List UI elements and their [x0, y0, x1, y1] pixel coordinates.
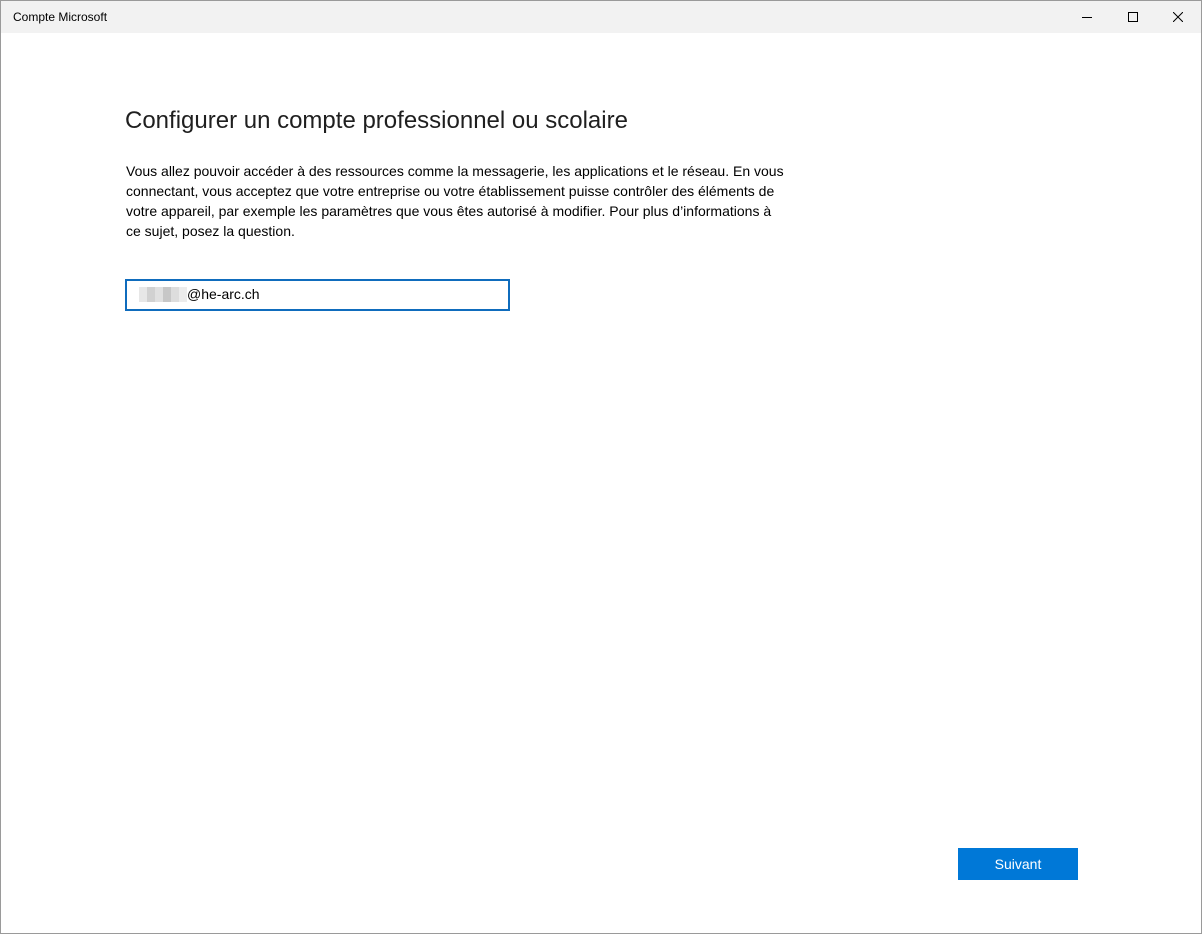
maximize-button[interactable] — [1110, 1, 1156, 33]
close-icon — [1173, 12, 1183, 22]
page-title: Configurer un compte professionnel ou sc… — [125, 107, 628, 134]
minimize-button[interactable] — [1064, 1, 1110, 33]
title-bar[interactable]: Compte Microsoft — [1, 1, 1201, 33]
minimize-icon — [1082, 17, 1092, 18]
description-text: Vous allez pouvoir accéder à des ressour… — [126, 163, 784, 239]
email-field[interactable]: @he-arc.ch — [125, 279, 510, 311]
redacted-username — [139, 287, 187, 302]
window-title: Compte Microsoft — [13, 10, 108, 24]
email-field-value: @he-arc.ch — [187, 286, 260, 302]
maximize-icon — [1128, 12, 1138, 22]
app-window: Compte Microsoft Configurer un compte pr… — [0, 0, 1202, 934]
next-button[interactable]: Suivant — [958, 848, 1078, 880]
close-button[interactable] — [1155, 1, 1201, 33]
